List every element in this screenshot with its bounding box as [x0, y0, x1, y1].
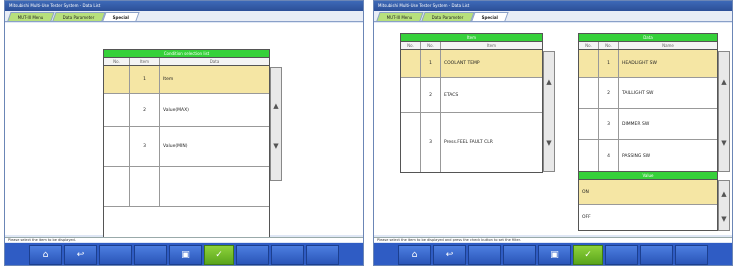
- toolbar-slot[interactable]: [640, 245, 673, 265]
- check-button[interactable]: ✓: [573, 245, 603, 265]
- scroll-up-icon[interactable]: ▲: [271, 101, 281, 111]
- vertical-scrollbar[interactable]: ▲ ▼: [718, 180, 730, 231]
- table-title: Item: [401, 34, 542, 42]
- tab-mut-menu[interactable]: MUT-III Menu: [376, 12, 424, 21]
- toolbar-slot[interactable]: [236, 245, 269, 265]
- value-table: Value ON OFF ▲ ▼: [578, 171, 730, 231]
- back-button[interactable]: ↩: [433, 245, 466, 265]
- toolbar-slot[interactable]: [134, 245, 167, 265]
- table-row[interactable]: ON: [579, 180, 717, 205]
- home-button[interactable]: ⌂: [29, 245, 62, 265]
- table-title: Value: [579, 172, 717, 180]
- row-label: Value(MIN): [163, 144, 188, 149]
- print-button[interactable]: ▣: [538, 245, 571, 265]
- table-row-empty: [104, 167, 269, 207]
- row-number: 2: [130, 94, 160, 126]
- tab-bar: MUT-III Menu Data Parameter Special: [5, 11, 363, 22]
- scroll-down-icon[interactable]: ▼: [544, 138, 554, 148]
- table-row[interactable]: OFF: [579, 205, 717, 230]
- content-area: Item No. No. Item 1 COOLANT TEMP 2 ETACS…: [374, 23, 732, 235]
- status-bar: Please select the item to be displayed.: [5, 237, 363, 242]
- home-button[interactable]: ⌂: [398, 245, 431, 265]
- right-window: Mitsubishi Multi-Use Tester System - Dat…: [373, 0, 733, 266]
- tab-bar: MUT-III Menu Data Parameter Special: [374, 11, 732, 22]
- print-button[interactable]: ▣: [169, 245, 202, 265]
- scroll-up-icon[interactable]: ▲: [719, 189, 729, 199]
- print-icon: ▣: [181, 250, 190, 260]
- window-title: Mitsubishi Multi-Use Tester System - Dat…: [5, 1, 363, 11]
- row-number: 3: [130, 127, 160, 166]
- data-table: Data No. No. Name 1 HEADLIGHT SW 2 TAILL…: [578, 33, 730, 173]
- bottom-toolbar: ⌂ ↩ ▣ ✓: [5, 243, 363, 265]
- toolbar-slot[interactable]: [468, 245, 501, 265]
- col-data: Data: [209, 59, 220, 64]
- scroll-down-icon[interactable]: ▼: [719, 138, 729, 148]
- table-title: Condition selection list: [104, 50, 269, 58]
- scroll-up-icon[interactable]: ▲: [544, 77, 554, 87]
- table-row[interactable]: 1 Item: [104, 66, 269, 94]
- scroll-down-icon[interactable]: ▼: [271, 141, 281, 151]
- scroll-up-icon[interactable]: ▲: [719, 77, 729, 87]
- table-row[interactable]: 4 PASSING SW: [579, 140, 717, 172]
- toolbar-slot[interactable]: [503, 245, 536, 265]
- toolbar-slot[interactable]: [675, 245, 708, 265]
- table-row[interactable]: 3 DIMMER SW: [579, 109, 717, 140]
- tab-special[interactable]: Special: [102, 12, 141, 21]
- vertical-scrollbar[interactable]: ▲ ▼: [270, 67, 282, 181]
- check-icon: ✓: [215, 250, 223, 260]
- toolbar-slot[interactable]: [271, 245, 304, 265]
- print-icon: ▣: [550, 250, 559, 260]
- table-header: No. No. Name: [579, 42, 717, 50]
- row-label: Item: [163, 77, 174, 82]
- row-number: 1: [130, 66, 160, 93]
- tab-data-parameter[interactable]: Data Parameter: [421, 12, 474, 21]
- table-row[interactable]: 1 HEADLIGHT SW: [579, 50, 717, 78]
- table-title: Data: [579, 34, 717, 42]
- col-item: Item: [130, 58, 160, 65]
- table-row[interactable]: 3 Value(MIN): [104, 127, 269, 167]
- bottom-toolbar: ⌂ ↩ ▣ ✓: [374, 243, 732, 265]
- table-row[interactable]: 3 Press.FEEL FAULT CLR: [401, 113, 542, 172]
- back-icon: ↩: [76, 250, 85, 260]
- back-icon: ↩: [445, 250, 454, 260]
- table-row[interactable]: 1 COOLANT TEMP: [401, 50, 542, 78]
- check-button[interactable]: ✓: [204, 245, 234, 265]
- content-area: Condition selection list No. Item Data 1…: [5, 23, 363, 239]
- table-header: No. Item Data: [104, 58, 269, 66]
- left-window: Mitsubishi Multi-Use Tester System - Dat…: [4, 0, 364, 266]
- vertical-scrollbar[interactable]: ▲ ▼: [718, 51, 730, 172]
- tab-mut-menu[interactable]: MUT-III Menu: [7, 12, 55, 21]
- col-no: No.: [104, 58, 130, 65]
- scroll-down-icon[interactable]: ▼: [719, 214, 729, 224]
- condition-table: Condition selection list No. Item Data 1…: [103, 49, 282, 239]
- item-table: Item No. No. Item 1 COOLANT TEMP 2 ETACS…: [400, 33, 555, 173]
- toolbar-slot[interactable]: [605, 245, 638, 265]
- status-bar: Please select the item to be displayed a…: [374, 237, 732, 242]
- tab-special[interactable]: Special: [471, 12, 510, 21]
- tab-data-parameter[interactable]: Data Parameter: [52, 12, 105, 21]
- toolbar-slot[interactable]: [99, 245, 132, 265]
- table-row[interactable]: 2 TAILLIGHT SW: [579, 78, 717, 109]
- window-title: Mitsubishi Multi-Use Tester System - Dat…: [374, 1, 732, 11]
- toolbar-slot[interactable]: [306, 245, 339, 265]
- row-label: Value(MAX): [163, 107, 189, 113]
- vertical-scrollbar[interactable]: ▲ ▼: [543, 51, 555, 172]
- back-button[interactable]: ↩: [64, 245, 97, 265]
- check-icon: ✓: [584, 250, 592, 260]
- home-icon: ⌂: [411, 250, 418, 260]
- table-row[interactable]: 2 Value(MAX): [104, 94, 269, 127]
- table-header: No. No. Item: [401, 42, 542, 50]
- table-row[interactable]: 2 ETACS: [401, 78, 542, 113]
- home-icon: ⌂: [42, 250, 49, 260]
